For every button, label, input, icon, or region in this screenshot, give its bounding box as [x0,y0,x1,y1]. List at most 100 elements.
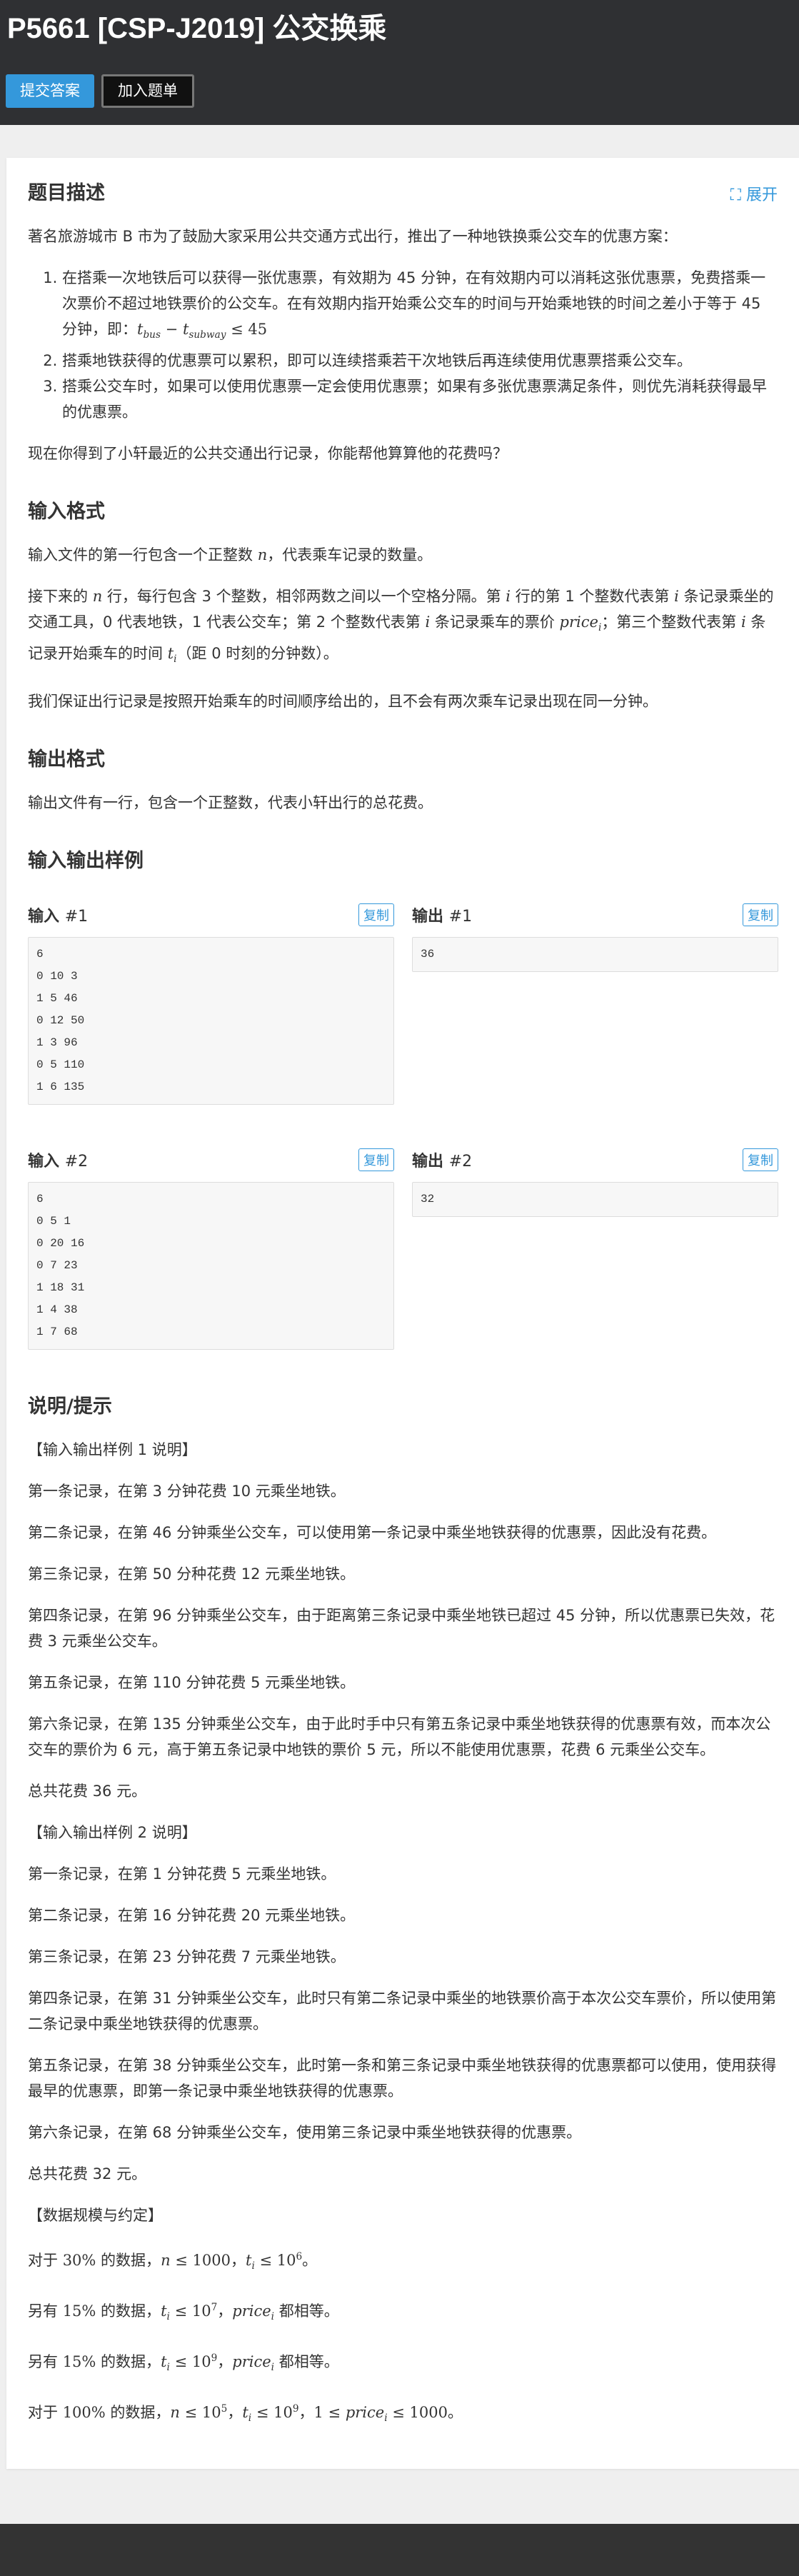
math-expression: n [258,546,268,563]
description-intro: 著名旅游城市 B 市为了鼓励大家采用公共交通方式出行，推出了一种地铁换乘公交车的… [28,224,778,249]
problem-id: P5661 [CSP-J2019] [7,13,265,44]
math-base: 1 ≤ [313,2404,346,2422]
sample-number: #1 [64,907,89,926]
text-segment: 的数据， [105,2404,171,2422]
sample-input-code[interactable]: 6 0 10 3 1 5 46 0 12 50 1 3 96 0 5 110 1… [28,936,394,1105]
sample-output-1: 输出 #1 复制 36 [412,903,778,1105]
text-segment: 搭乘地铁获得的优惠票可以累积，即可以连续搭乘若干次地铁后再连续使用优惠票搭乘公交… [62,352,692,370]
text-segment: 【数据规模与约定】 [28,2206,163,2224]
math-expression: 30% [63,2252,96,2269]
problem-title: P5661 [CSP-J2019] 公交换乘 [7,7,792,50]
samples-grid: 输入 #1 复制 6 0 10 3 1 5 46 0 12 50 1 3 96 … [28,903,778,1393]
sample-label: 输入 [28,1152,60,1171]
rule-item: 搭乘地铁获得的优惠票可以累积，即可以连续搭乘若干次地铁后再连续使用优惠票搭乘公交… [62,348,778,374]
text-segment: 【输入输出样例 1 说明】 [28,1440,197,1458]
math-base: ≤ 10 [169,2352,211,2370]
math-base: ≤ 1000 [387,2404,448,2422]
math-base: i [741,613,746,631]
math-expression: tsubway [183,321,226,341]
hint-para: 第六条记录，在第 135 分钟乘坐公交车，由于此时手中只有第五条记录中乘坐地铁获… [28,1711,778,1763]
math-expression: n [93,588,103,605]
math-base: 15% [62,2352,96,2370]
text-segment: 第五条记录，在第 38 分钟乘坐公交车，此时第一条和第三条记录中乘坐地铁获得的优… [28,2056,777,2100]
math-subscript: bus [143,329,161,341]
sample-output-code[interactable]: 32 [412,1181,778,1217]
math-superscript: 9 [211,2352,218,2364]
input-format-para: 我们保证出行记录是按照开始乘车的时间顺序给出的，且不会有两次乘车记录出现在同一分… [28,688,778,714]
hint-para: 【输入输出样例 2 说明】 [28,1820,778,1845]
hint-para: 另有 15% 的数据，ti ≤ 107，pricei 都相等。 [28,2295,778,2330]
text-segment: 。 [302,2251,318,2269]
math-expression: ti [246,2252,255,2272]
submit-answer-button[interactable]: 提交答案 [6,74,94,108]
hint-para: 第一条记录，在第 1 分钟花费 5 元乘坐地铁。 [28,1861,778,1887]
math-expression: i [741,613,746,631]
hint-para: 第五条记录，在第 38 分钟乘坐公交车，此时第一条和第三条记录中乘坐地铁获得的优… [28,2053,778,2104]
description-outro: 现在你得到了小轩最近的公共交通出行记录，你能帮他算算他的花费吗？ [28,441,778,466]
section-title-input-format: 输入格式 [28,501,105,523]
math-expression: ≤ 45 [226,321,267,338]
text-segment: ， [227,2404,243,2422]
math-expression: ≤ 1000 [388,2404,448,2421]
sample-output-2: 输出 #2 复制 32 [412,1148,778,1350]
sample-label: 输出 [412,907,444,926]
sample-label: 输出 [412,1152,444,1171]
expand-button[interactable]: ⛶ 展开 [730,182,778,205]
text-segment: 第二条记录，在第 16 分钟花费 20 元乘坐地铁。 [28,1906,356,1924]
input-format-para: 输入文件的第一行包含一个正整数 n，代表乘车记录的数量。 [28,542,778,568]
text-segment: 第一条记录，在第 1 分钟花费 5 元乘坐地铁。 [28,1865,336,1883]
text-segment: 第二条记录，在第 46 分钟乘坐公交车，可以使用第一条记录中乘坐地铁获得的优惠票… [28,1523,717,1541]
math-base: price [232,2302,271,2320]
copy-button[interactable]: 复制 [358,903,394,926]
text-segment: 第四条记录，在第 96 分钟乘坐公交车，由于距离第三条记录中乘坐地铁已超过 45… [28,1606,775,1650]
text-segment: 我们保证出行记录是按照开始乘车的时间顺序给出的，且不会有两次乘车记录出现在同一分… [28,692,658,710]
text-segment: 条记录乘车的票价 [430,613,560,631]
math-base: t [161,2302,167,2320]
hint-para: 第二条记录，在第 16 分钟花费 20 元乘坐地铁。 [28,1903,778,1928]
math-expression: 15% [63,2302,96,2320]
section-title-samples: 输入输出样例 [28,849,144,872]
sample-input-code[interactable]: 6 0 5 1 0 20 16 0 7 23 1 18 31 1 4 38 1 … [28,1181,394,1350]
add-to-list-button[interactable]: 加入题单 [101,74,194,108]
expand-label: 展开 [745,186,778,204]
math-base: t [161,2352,167,2370]
hint-para: 总共花费 32 元。 [28,2161,778,2187]
math-base: 30% [62,2251,96,2269]
text-segment: 另有 [28,2302,63,2320]
math-expression: pricei [232,2353,274,2373]
math-expression: 100% [63,2404,106,2421]
math-expression: − [161,321,183,338]
text-segment: 第六条记录，在第 68 分钟乘坐公交车，使用第三条记录中乘坐地铁获得的优惠票。 [28,2123,582,2141]
text-segment: 对于 [28,2251,63,2269]
hint-para: 第二条记录，在第 46 分钟乘坐公交车，可以使用第一条记录中乘坐地铁获得的优惠票… [28,1520,778,1545]
rules-list: 在搭乘一次地铁后可以获得一张优惠票，有效期为 45 分钟，在有效期内可以消耗这张… [28,265,778,425]
sample-output-code[interactable]: 36 [412,936,778,972]
text-segment: 行，每行包含 3 个整数，相邻两数之间以一个空格分隔。第 [102,588,506,606]
section-title-hint: 说明/提示 [28,1395,112,1418]
text-segment: 行的第 1 个整数代表第 [511,588,675,606]
text-segment: 接下来的 [28,588,93,606]
text-segment: 第三条记录，在第 23 分钟花费 7 元乘坐地铁。 [28,1948,346,1965]
math-superscript: 6 [296,2250,303,2262]
math-base: − [160,321,183,338]
text-segment: ，代表乘车记录的数量。 [267,546,433,564]
math-expression: tbus [137,321,161,341]
math-expression: pricei [232,2302,274,2322]
math-expression: i [674,588,679,605]
text-segment: 对于 [28,2404,63,2422]
section-title-output-format: 输出格式 [28,748,105,771]
copy-button[interactable]: 复制 [358,1148,394,1171]
math-base: ≤ 45 [226,321,268,338]
math-expression: ti [161,2302,170,2322]
text-segment: 都相等。 [274,2352,339,2370]
text-segment: 第五条记录，在第 110 分钟花费 5 元乘坐地铁。 [28,1673,356,1691]
text-segment: 第三条记录，在第 50 分种花费 12 元乘坐地铁。 [28,1565,356,1583]
math-expression: n [161,2252,171,2269]
math-expression: 1 ≤ [314,2404,346,2421]
text-segment: 【输入输出样例 2 说明】 [28,1823,197,1841]
copy-button[interactable]: 复制 [743,903,778,926]
copy-button[interactable]: 复制 [743,1148,778,1171]
text-segment: 著名旅游城市 B 市为了鼓励大家采用公共交通方式出行，推出了一种地铁换乘公交车的… [28,228,678,245]
text-segment: 搭乘公交车时，如果可以使用优惠票一定会使用优惠票；如果有多张优惠票满足条件，则优… [62,378,767,421]
page-footer [0,2524,799,2576]
